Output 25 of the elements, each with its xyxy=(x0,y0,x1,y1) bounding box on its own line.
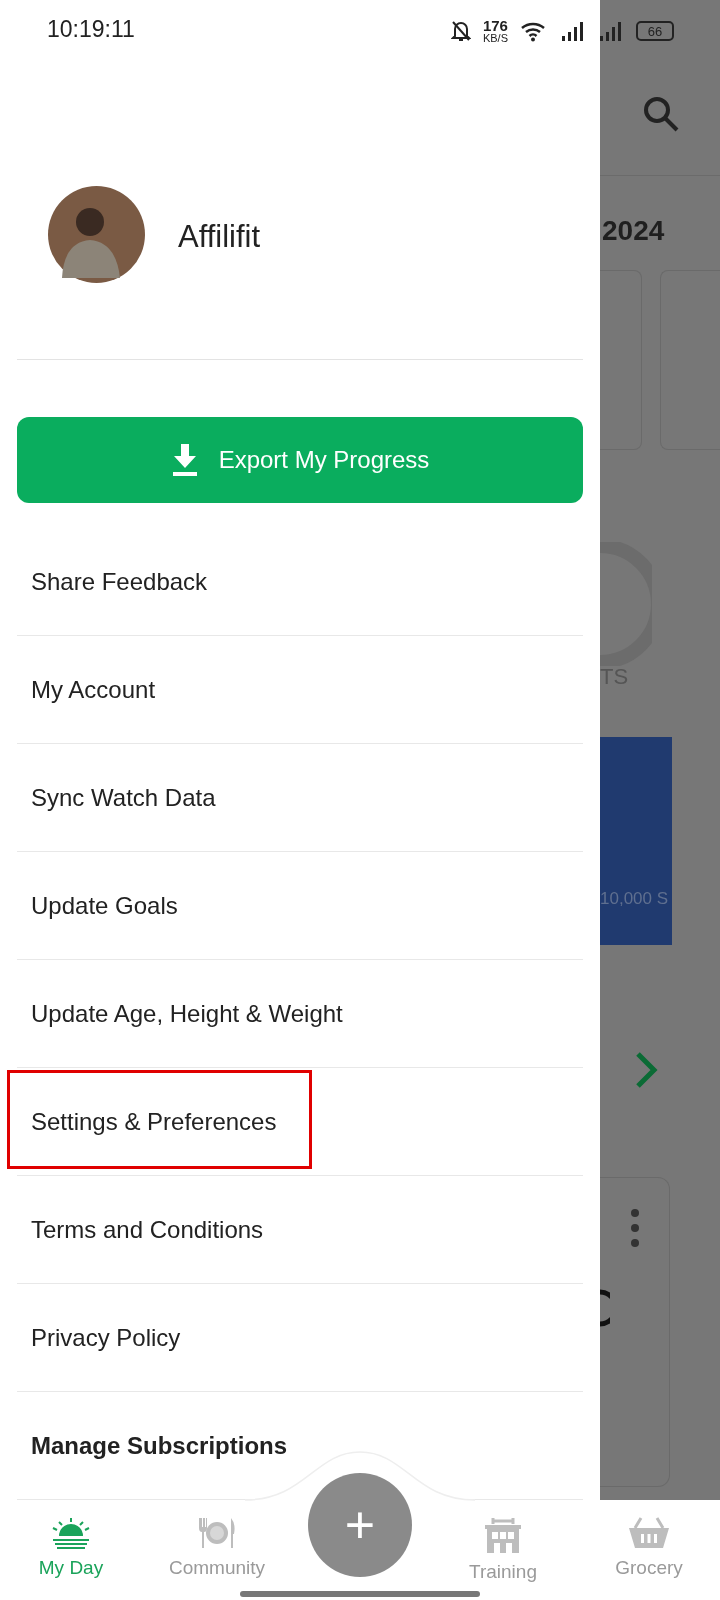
network-speed-unit: KB/S xyxy=(482,33,508,44)
menu-item[interactable]: Manage Subscriptions xyxy=(31,1427,288,1464)
status-time: 10:19:11 xyxy=(47,15,135,45)
steps-fragment: 10,000 S xyxy=(600,887,670,910)
menu-item[interactable]: Settings & Preferences xyxy=(31,1103,277,1140)
battery-level-text: 66 xyxy=(647,24,663,38)
menu-item[interactable]: Update Age, Height & Weight xyxy=(31,995,343,1032)
date-fragment: 2024 xyxy=(601,214,666,248)
menu-item[interactable]: Terms and Conditions xyxy=(31,1211,264,1248)
search-icon xyxy=(642,95,680,133)
menu-item[interactable]: Privacy Policy xyxy=(31,1319,181,1356)
menu-item[interactable]: Share Feedback xyxy=(31,563,208,600)
basket-icon xyxy=(627,1516,671,1550)
ring-fragment-icon xyxy=(600,1288,610,1328)
menu-item[interactable]: Update Goals xyxy=(31,887,178,924)
menu-item[interactable]: My Account xyxy=(31,671,156,708)
signal-icon xyxy=(560,20,586,42)
chevron-right-icon xyxy=(635,1051,659,1089)
download-icon xyxy=(170,444,199,476)
more-vertical-icon xyxy=(630,1208,640,1248)
menu-item[interactable]: Sync Watch Data xyxy=(31,779,216,816)
signal-icon xyxy=(598,20,624,42)
profile-name: Affilifit xyxy=(178,218,261,257)
network-speed: 176 xyxy=(482,18,508,33)
bell-muted-icon xyxy=(450,20,471,42)
